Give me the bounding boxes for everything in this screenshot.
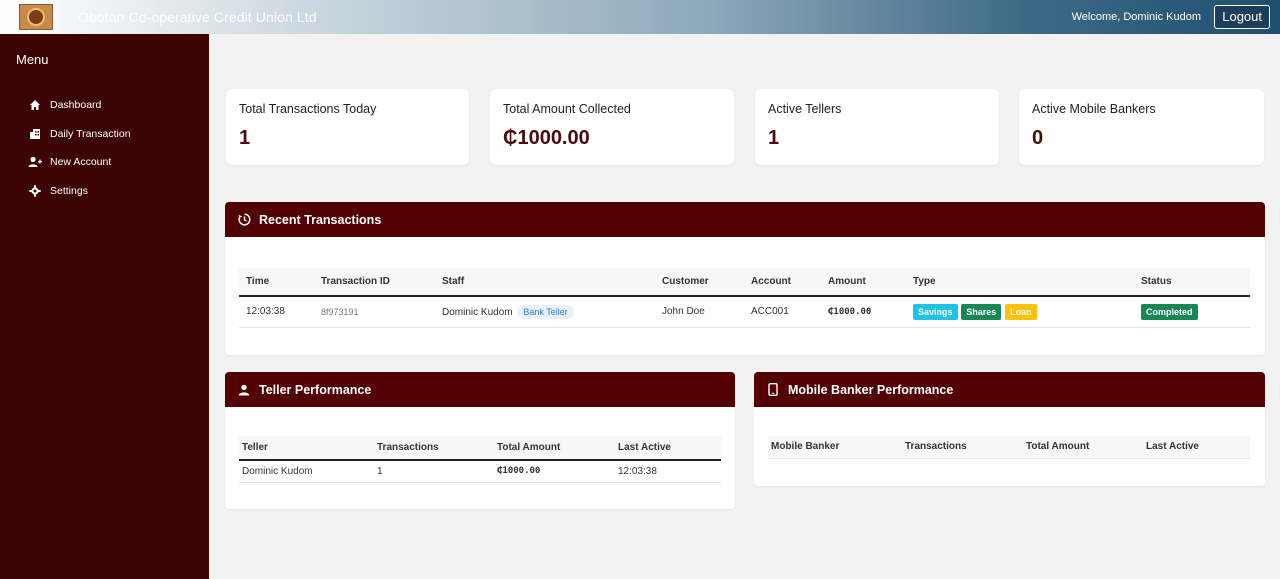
app-title: Obotan Co-operative Credit Union Ltd	[78, 9, 317, 25]
table-row: Dominic Kudom 1 ₵1000.00 12:03:38	[239, 460, 721, 483]
column-header: Transactions	[905, 436, 1026, 459]
type-badge-savings: Savings	[913, 303, 958, 320]
gear-icon	[28, 184, 42, 198]
stat-card-amount: Total Amount Collected ₵1000.00	[490, 89, 734, 165]
status-badge: Completed	[1141, 303, 1198, 320]
stat-label: Active Mobile Bankers	[1032, 102, 1156, 116]
sidebar-item-dashboard[interactable]: Dashboard	[28, 91, 131, 120]
staff-name: Dominic Kudom	[442, 306, 513, 318]
panel-title: Mobile Banker Performance	[788, 382, 954, 397]
column-header: Last Active	[1146, 436, 1250, 459]
column-header: Total Amount	[1026, 436, 1146, 459]
stat-label: Total Amount Collected	[503, 102, 631, 116]
teller-performance-table: Teller Transactions Total Amount Last Ac…	[239, 436, 721, 483]
stat-card-mobile-bankers: Active Mobile Bankers 0	[1019, 89, 1264, 165]
column-header: Time	[239, 268, 321, 297]
column-header: Type	[913, 268, 1141, 297]
column-header: Account	[751, 268, 828, 297]
menu-title: Menu	[16, 52, 49, 67]
cell-total-amount: ₵1000.00	[497, 460, 618, 483]
cell-status: Completed	[1141, 296, 1250, 328]
recent-transactions-table: Time Transaction ID Staff Customer Accou…	[239, 268, 1250, 328]
stat-value: ₵1000.00	[503, 127, 590, 149]
stat-label: Active Tellers	[768, 102, 842, 116]
column-header: Staff	[442, 268, 662, 297]
recent-transactions-panel: Recent Transactions Time Transaction ID …	[225, 202, 1265, 355]
user-icon	[237, 383, 251, 397]
logout-button[interactable]: Logout	[1214, 5, 1270, 29]
mobile-banker-performance-panel: Mobile Banker Performance Mobile Banker …	[754, 372, 1265, 486]
stat-value: 0	[1032, 127, 1044, 149]
cell-type: Savings Shares Loan	[913, 296, 1141, 328]
sidebar-item-daily-transaction[interactable]: Daily Transaction	[28, 120, 131, 149]
sidebar-item-label: Dashboard	[50, 99, 102, 112]
cell-account: ACC001	[751, 296, 828, 328]
panel-header: Mobile Banker Performance	[754, 372, 1265, 407]
user-plus-icon	[28, 155, 42, 169]
staff-role-badge: Bank Teller	[517, 304, 574, 319]
top-bar: Obotan Co-operative Credit Union Ltd Wel…	[0, 0, 1280, 34]
stat-card-transactions: Total Transactions Today 1	[226, 89, 469, 165]
cell-transaction-id: 8f973191	[321, 296, 442, 328]
table-header-row: Mobile Banker Transactions Total Amount …	[768, 436, 1250, 459]
cell-teller: Dominic Kudom	[239, 460, 377, 483]
column-header: Customer	[662, 268, 751, 297]
column-header: Status	[1141, 268, 1250, 297]
sidebar: Menu Dashboard Daily Transaction New Acc…	[0, 34, 209, 579]
column-header: Amount	[828, 268, 913, 297]
column-header: Total Amount	[497, 436, 618, 461]
cell-transactions: 1	[377, 460, 497, 483]
sidebar-item-label: Settings	[50, 184, 88, 197]
cell-staff: Dominic Kudom Bank Teller	[442, 296, 662, 328]
mobile-phone-icon	[766, 383, 780, 397]
type-badge-loan: Loan	[1005, 303, 1037, 320]
panel-header: Recent Transactions	[225, 202, 1265, 237]
logo	[19, 4, 53, 30]
type-badge-shares: Shares	[961, 303, 1002, 320]
stat-card-tellers: Active Tellers 1	[755, 89, 999, 165]
history-icon	[237, 213, 251, 227]
panel-title: Recent Transactions	[259, 212, 382, 227]
stat-value: 1	[239, 127, 251, 149]
home-icon	[28, 98, 42, 112]
panel-title: Teller Performance	[259, 382, 372, 397]
panel-header: Teller Performance	[225, 372, 735, 407]
sidebar-item-label: Daily Transaction	[50, 127, 131, 140]
cell-customer: John Doe	[662, 296, 751, 328]
column-header: Transactions	[377, 436, 497, 461]
column-header: Teller	[239, 436, 377, 461]
column-header: Transaction ID	[321, 268, 442, 297]
cell-time: 12:03:38	[239, 296, 321, 328]
cell-last-active: 12:03:38	[618, 460, 721, 483]
cell-amount: ₵1000.00	[828, 296, 913, 328]
table-header-row: Time Transaction ID Staff Customer Accou…	[239, 268, 1250, 297]
column-header: Last Active	[618, 436, 721, 461]
table-row: 12:03:38 8f973191 Dominic Kudom Bank Tel…	[239, 296, 1250, 328]
sidebar-item-new-account[interactable]: New Account	[28, 148, 131, 177]
mobile-banker-table: Mobile Banker Transactions Total Amount …	[768, 436, 1250, 459]
stat-label: Total Transactions Today	[239, 102, 377, 116]
sidebar-item-settings[interactable]: Settings	[28, 177, 131, 206]
table-header-row: Teller Transactions Total Amount Last Ac…	[239, 436, 721, 461]
stat-value: 1	[768, 127, 780, 149]
welcome-text: Welcome, Dominic Kudom	[1071, 11, 1201, 23]
sidebar-nav: Dashboard Daily Transaction New Account …	[28, 91, 131, 205]
sidebar-item-label: New Account	[50, 156, 112, 169]
column-header: Mobile Banker	[768, 436, 905, 459]
teller-performance-panel: Teller Performance Teller Transactions T…	[225, 372, 735, 509]
building-icon	[28, 127, 42, 141]
